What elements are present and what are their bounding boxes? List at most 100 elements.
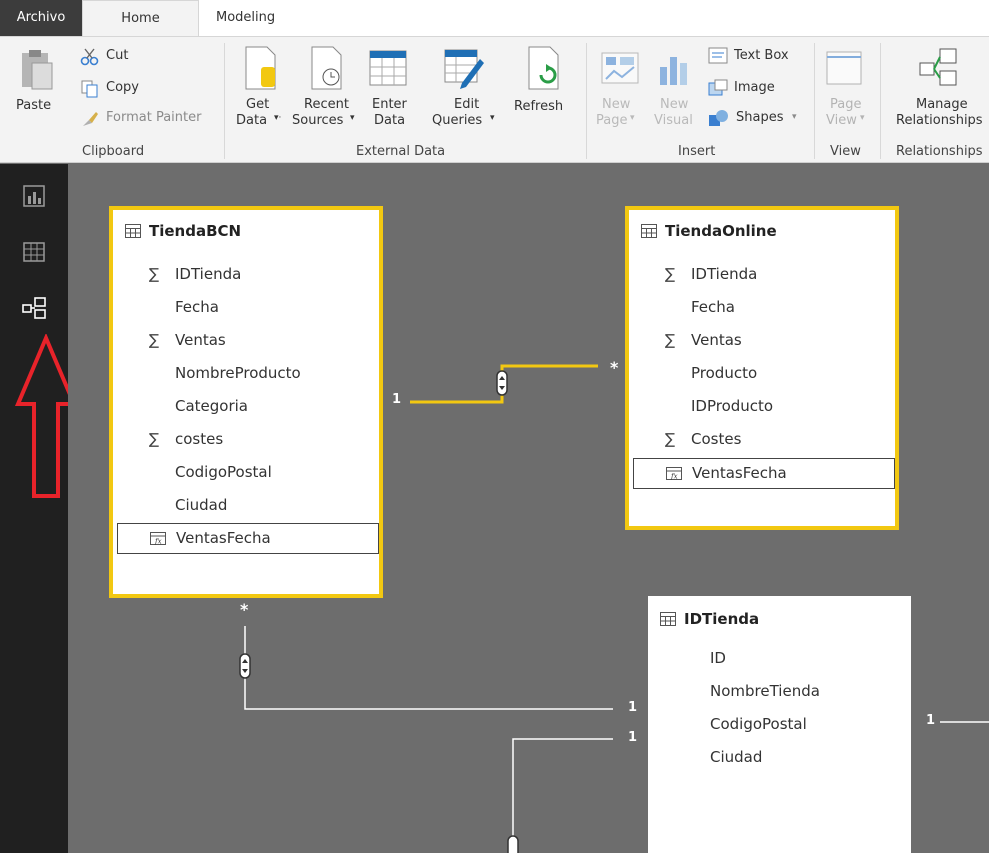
- table-title: TiendaBCN: [125, 222, 241, 240]
- field-name: NombreTienda: [710, 682, 820, 700]
- relationship-line-bcn-idtienda: [244, 626, 613, 710]
- table-title-text: TiendaOnline: [665, 222, 777, 240]
- sigma-icon: ∑: [665, 265, 676, 283]
- external-data-group-label: External Data: [356, 144, 446, 159]
- relationships-canvas[interactable]: 1 * * 1 1 1 TiendaBCN ∑ IDTienda Fecha ∑…: [68, 164, 989, 853]
- enter-data-button[interactable]: Enter Data: [366, 41, 410, 137]
- view-group-label: View: [830, 144, 861, 159]
- field-row[interactable]: ∑ costes: [113, 423, 379, 456]
- sigma-icon: ∑: [149, 430, 160, 448]
- field-row[interactable]: Ciudad: [648, 741, 911, 774]
- svg-text:fx: fx: [670, 473, 678, 481]
- table-tiendaonline[interactable]: TiendaOnline ∑ IDTienda Fecha ∑ Ventas P…: [625, 206, 899, 530]
- field-name: Ventas: [175, 331, 226, 349]
- tab-home[interactable]: Home: [82, 0, 199, 36]
- get-data-label-1: Get: [246, 97, 270, 112]
- group-separator: [880, 43, 881, 159]
- shapes-button[interactable]: Shapes ▾: [708, 109, 804, 129]
- image-button[interactable]: Image: [708, 79, 804, 99]
- refresh-icon: [528, 46, 559, 90]
- image-label: Image: [734, 80, 775, 95]
- tab-modeling[interactable]: Modeling: [216, 0, 296, 36]
- recent-sources-label-2: Sources: [292, 113, 344, 128]
- paste-icon: [22, 50, 53, 90]
- field-row[interactable]: ∑ IDTienda: [629, 258, 895, 291]
- manage-relationships-label-2: Relationships: [896, 113, 983, 128]
- field-name: CodigoPostal: [175, 463, 272, 481]
- manage-relationships-button[interactable]: Manage Relationships: [884, 41, 989, 137]
- get-data-icon: [245, 46, 276, 90]
- table-tiendabcn[interactable]: TiendaBCN ∑ IDTienda Fecha ∑ Ventas Nomb…: [109, 206, 383, 598]
- field-row[interactable]: NombreProducto: [113, 357, 379, 390]
- field-name: Costes: [691, 430, 742, 448]
- new-page-label-2: Page: [596, 113, 628, 128]
- relationship-line-idtienda-lower: [512, 738, 613, 853]
- clipboard-group-label: Clipboard: [82, 144, 145, 159]
- refresh-button[interactable]: Refresh: [512, 41, 574, 137]
- table-title: IDTienda: [660, 610, 759, 628]
- measure-name: VentasFecha: [692, 464, 787, 482]
- field-row[interactable]: ∑ Ventas: [629, 324, 895, 357]
- enter-data-label-2: Data: [374, 113, 406, 128]
- field-row[interactable]: ∑ IDTienda: [113, 258, 379, 291]
- group-separator: [814, 43, 815, 159]
- field-row[interactable]: ∑ Costes: [629, 423, 895, 456]
- tab-archivo[interactable]: Archivo: [0, 0, 82, 36]
- field-row[interactable]: ∑ Ventas: [113, 324, 379, 357]
- relationships-icon: [22, 297, 46, 319]
- field-name: Producto: [691, 364, 758, 382]
- field-row[interactable]: Categoria: [113, 390, 379, 423]
- scissors-icon: [80, 48, 99, 66]
- field-name: Ciudad: [175, 496, 228, 514]
- recent-sources-button[interactable]: Recent Sources ▾: [292, 41, 362, 137]
- cut-button[interactable]: Cut: [80, 47, 160, 67]
- new-visual-label-2: Visual: [654, 113, 693, 128]
- shapes-icon: [709, 110, 728, 126]
- field-row[interactable]: Producto: [629, 357, 895, 390]
- get-data-label-2: Data: [236, 113, 268, 128]
- field-row[interactable]: Ciudad: [113, 489, 379, 522]
- brush-icon: [83, 112, 98, 126]
- measure-icon: fx: [666, 467, 682, 480]
- get-data-dropdown-icon[interactable]: ▾·: [274, 113, 281, 123]
- new-visual-button: New Visual: [650, 41, 698, 137]
- text-box-button[interactable]: Text Box: [708, 47, 804, 67]
- new-page-icon: [601, 52, 639, 84]
- edit-queries-dropdown-icon[interactable]: ▾: [490, 113, 495, 123]
- cardinality-many: *: [610, 358, 619, 377]
- measure-row[interactable]: fx VentasFecha: [117, 523, 379, 554]
- table-idtienda[interactable]: IDTienda ID NombreTienda CodigoPostal Ci…: [648, 596, 911, 853]
- sigma-icon: ∑: [665, 331, 676, 349]
- manage-relationships-label-1: Manage: [916, 97, 968, 112]
- shapes-dropdown-icon[interactable]: ▾: [792, 112, 797, 122]
- new-visual-icon: [660, 57, 687, 85]
- copy-icon: [81, 80, 98, 98]
- report-view-button[interactable]: [20, 182, 48, 210]
- data-view-button[interactable]: [20, 238, 48, 266]
- field-row[interactable]: CodigoPostal: [648, 708, 911, 741]
- field-row[interactable]: Fecha: [629, 291, 895, 324]
- new-page-dropdown-icon: ▾: [630, 113, 635, 123]
- field-row[interactable]: CodigoPostal: [113, 456, 379, 489]
- measure-row[interactable]: fx VentasFecha: [633, 458, 895, 489]
- paste-button[interactable]: Paste: [4, 41, 68, 121]
- edit-queries-button[interactable]: Edit Queries ▾: [428, 41, 504, 137]
- view-switcher-rail: [0, 164, 78, 853]
- field-name: IDProducto: [691, 397, 774, 415]
- relationships-view-button[interactable]: [20, 294, 48, 322]
- field-row[interactable]: ID: [648, 642, 911, 675]
- cardinality-one: 1: [628, 700, 638, 715]
- get-data-button[interactable]: Get Data ▾·: [236, 41, 286, 137]
- field-row[interactable]: IDProducto: [629, 390, 895, 423]
- page-view-dropdown-icon: ▾: [860, 113, 865, 123]
- recent-sources-dropdown-icon[interactable]: ▾: [350, 113, 355, 123]
- format-painter-label: Format Painter: [106, 110, 202, 125]
- field-row[interactable]: Fecha: [113, 291, 379, 324]
- bar-chart-icon: [23, 185, 45, 207]
- text-box-label: Text Box: [734, 48, 789, 63]
- copy-button[interactable]: Copy: [80, 79, 160, 99]
- group-separator: [586, 43, 587, 159]
- field-row[interactable]: NombreTienda: [648, 675, 911, 708]
- new-page-button: New Page ▾: [596, 41, 644, 137]
- format-painter-button[interactable]: Format Painter: [80, 109, 215, 129]
